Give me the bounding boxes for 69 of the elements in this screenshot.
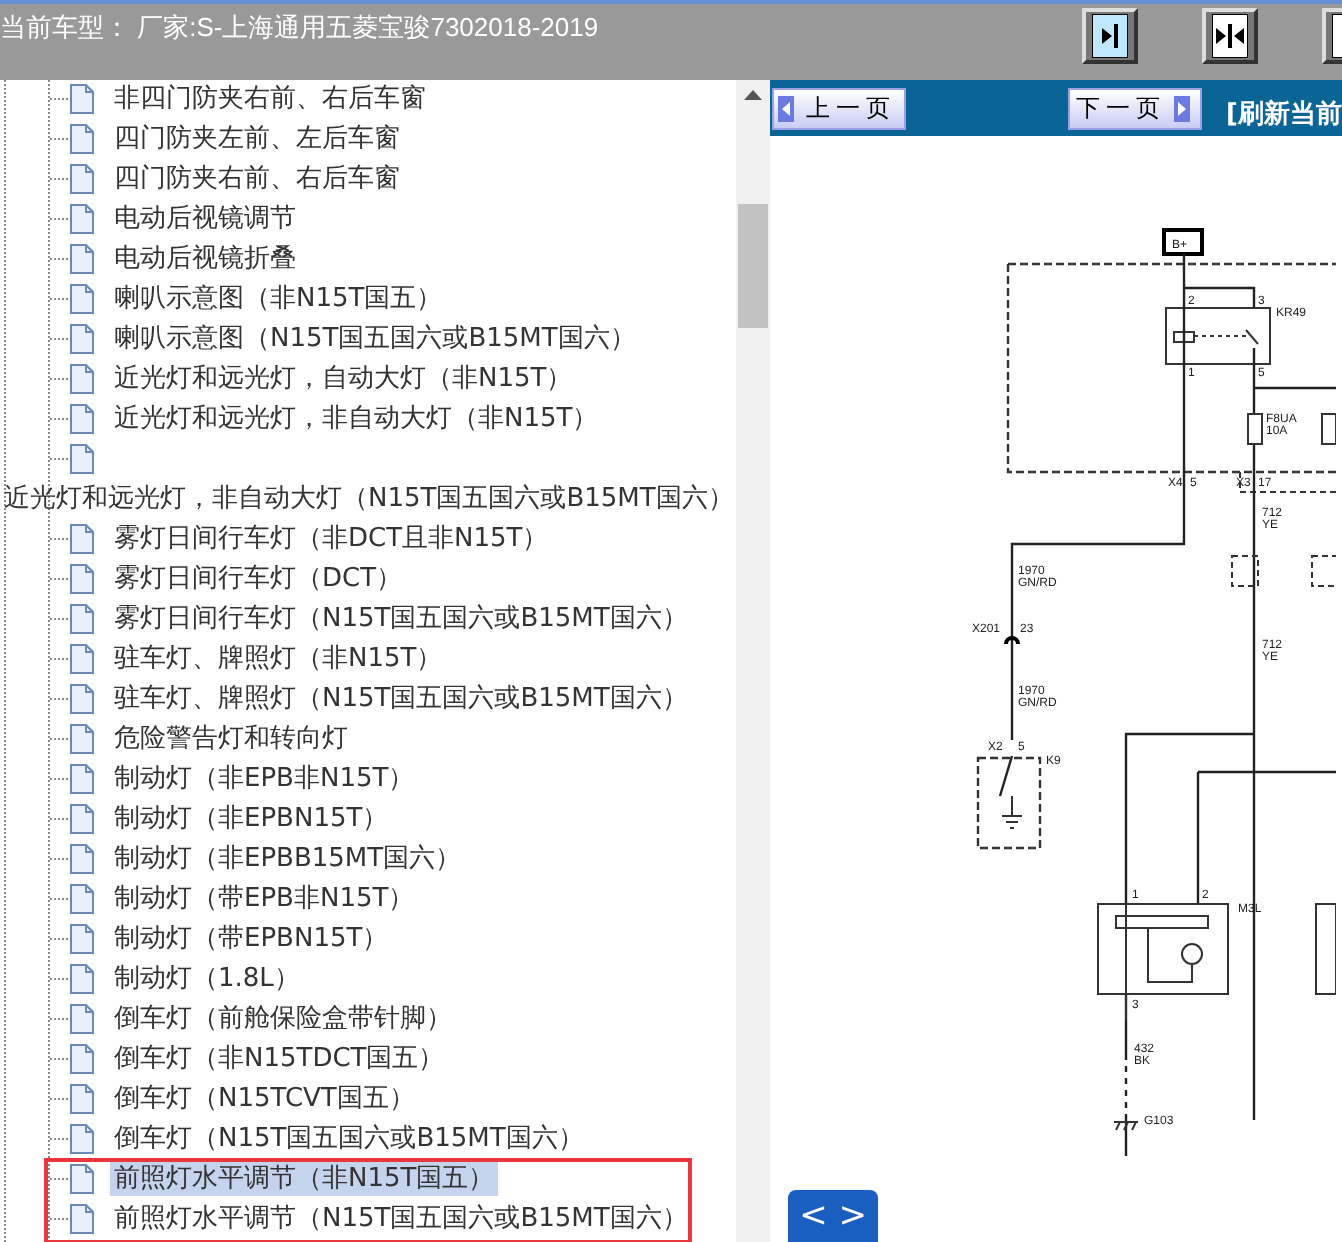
document-icon xyxy=(70,883,94,914)
tree-item[interactable]: 倒车灯（N15T国五国六或B15MT国六） xyxy=(110,1121,588,1156)
right-arrow-icon xyxy=(1174,95,1191,121)
document-icon xyxy=(70,963,94,994)
tree-item[interactable]: 危险警告灯和转向灯 xyxy=(110,721,352,756)
tree-item[interactable]: 雾灯日间行车灯（N15T国五国六或B15MT国六） xyxy=(110,601,692,636)
tree-item[interactable]: 喇叭示意图（N15T国五国六或B15MT国六） xyxy=(110,321,640,356)
document-icon xyxy=(70,1043,94,1074)
document-icon xyxy=(70,243,94,274)
document-icon xyxy=(70,523,94,554)
tree-item[interactable]: 制动灯（非EPBN15T） xyxy=(110,801,393,836)
document-icon xyxy=(70,203,94,234)
left-arrow-icon xyxy=(778,95,795,121)
document-icon xyxy=(70,643,94,674)
document-icon xyxy=(70,403,94,434)
document-icon xyxy=(70,843,94,874)
document-icon xyxy=(70,283,94,314)
split-view-button[interactable] xyxy=(1202,8,1258,64)
document-icon xyxy=(70,323,94,354)
scroll-up-icon[interactable] xyxy=(744,90,762,100)
document-icon xyxy=(70,923,94,954)
tree-item[interactable]: 电动后视镜折叠 xyxy=(110,241,300,276)
tree-item[interactable]: 喇叭示意图（非N15T国五） xyxy=(110,281,447,316)
document-icon xyxy=(70,1123,94,1154)
tree-item[interactable]: 制动灯（非EPBB15MT国六） xyxy=(110,841,466,876)
document-icon xyxy=(70,683,94,714)
arrow-into-bar-icon xyxy=(1092,14,1128,58)
tree-item[interactable]: 电动后视镜调节 xyxy=(110,201,300,236)
tree-item[interactable]: 制动灯（带EPB非N15T） xyxy=(110,881,419,916)
page-toggle-button[interactable]: < > xyxy=(788,1190,879,1242)
tree-item[interactable]: 倒车灯（非N15TDCT国五） xyxy=(110,1041,449,1076)
tree-item[interactable]: 四门防夹左前、左后车窗 xyxy=(110,121,404,156)
tree-item[interactable]: 雾灯日间行车灯（非DCT且非N15T） xyxy=(110,521,553,556)
document-icon xyxy=(70,1203,94,1234)
tree-item[interactable]: 前照灯水平调节（非N15T国五） xyxy=(110,1161,499,1196)
document-icon xyxy=(70,443,94,474)
document-icon xyxy=(70,1083,94,1114)
document-icon xyxy=(70,763,94,794)
tree-item[interactable]: 驻车灯、牌照灯（非N15T） xyxy=(110,641,447,676)
tree-item[interactable]: 倒车灯（前舱保险盒带针脚） xyxy=(110,1001,456,1036)
document-icon xyxy=(70,603,94,634)
tree-item[interactable]: 制动灯（1.8L） xyxy=(110,961,304,996)
document-icon xyxy=(70,803,94,834)
tree-item[interactable]: 四门防夹右前、右后车窗 xyxy=(110,161,404,196)
previous-page-button[interactable]: 上一页 xyxy=(772,87,907,129)
tree-item[interactable]: 倒车灯（N15TCVT国五） xyxy=(110,1081,419,1116)
document-icon xyxy=(70,723,94,754)
arrows-to-bar-icon xyxy=(1212,14,1248,58)
tree-item[interactable]: 制动灯（带EPBN15T） xyxy=(110,921,393,956)
document-icon xyxy=(70,163,94,194)
tree-item[interactable]: 前照灯水平调节（N15T国五国六或B15MT国六） xyxy=(110,1201,692,1236)
tree-item[interactable]: 近光灯和远光灯，非自动大灯（非N15T） xyxy=(110,401,603,436)
tree-item[interactable]: 制动灯（非EPB非N15T） xyxy=(110,761,419,796)
document-icon xyxy=(70,1003,94,1034)
document-icon xyxy=(70,1163,94,1194)
document-icon xyxy=(70,363,94,394)
tree-item[interactable]: 驻车灯、牌照灯（N15T国五国六或B15MT国六） xyxy=(110,681,692,716)
document-icon xyxy=(70,123,94,154)
document-icon xyxy=(70,563,94,594)
expand-right-button[interactable] xyxy=(1082,8,1138,64)
tree-item[interactable]: 非四门防夹右前、右后车窗 xyxy=(110,81,430,116)
document-icon xyxy=(70,83,94,114)
scrollbar-thumb[interactable] xyxy=(738,204,768,328)
tree-item[interactable]: 近光灯和远光灯，非自动大灯（N15T国五国六或B15MT国六） xyxy=(0,481,736,516)
next-page-button[interactable]: 下一页 xyxy=(1068,87,1203,129)
vehicle-title: 当前车型： 厂家:S-上海通用五菱宝骏7302018-2019 xyxy=(0,10,601,46)
tree-item[interactable]: 近光灯和远光灯，自动大灯（非N15T） xyxy=(110,361,577,396)
refresh-link[interactable]: [刷新当前 xyxy=(1226,96,1342,132)
tree-item[interactable]: 雾灯日间行车灯（DCT） xyxy=(110,561,407,596)
